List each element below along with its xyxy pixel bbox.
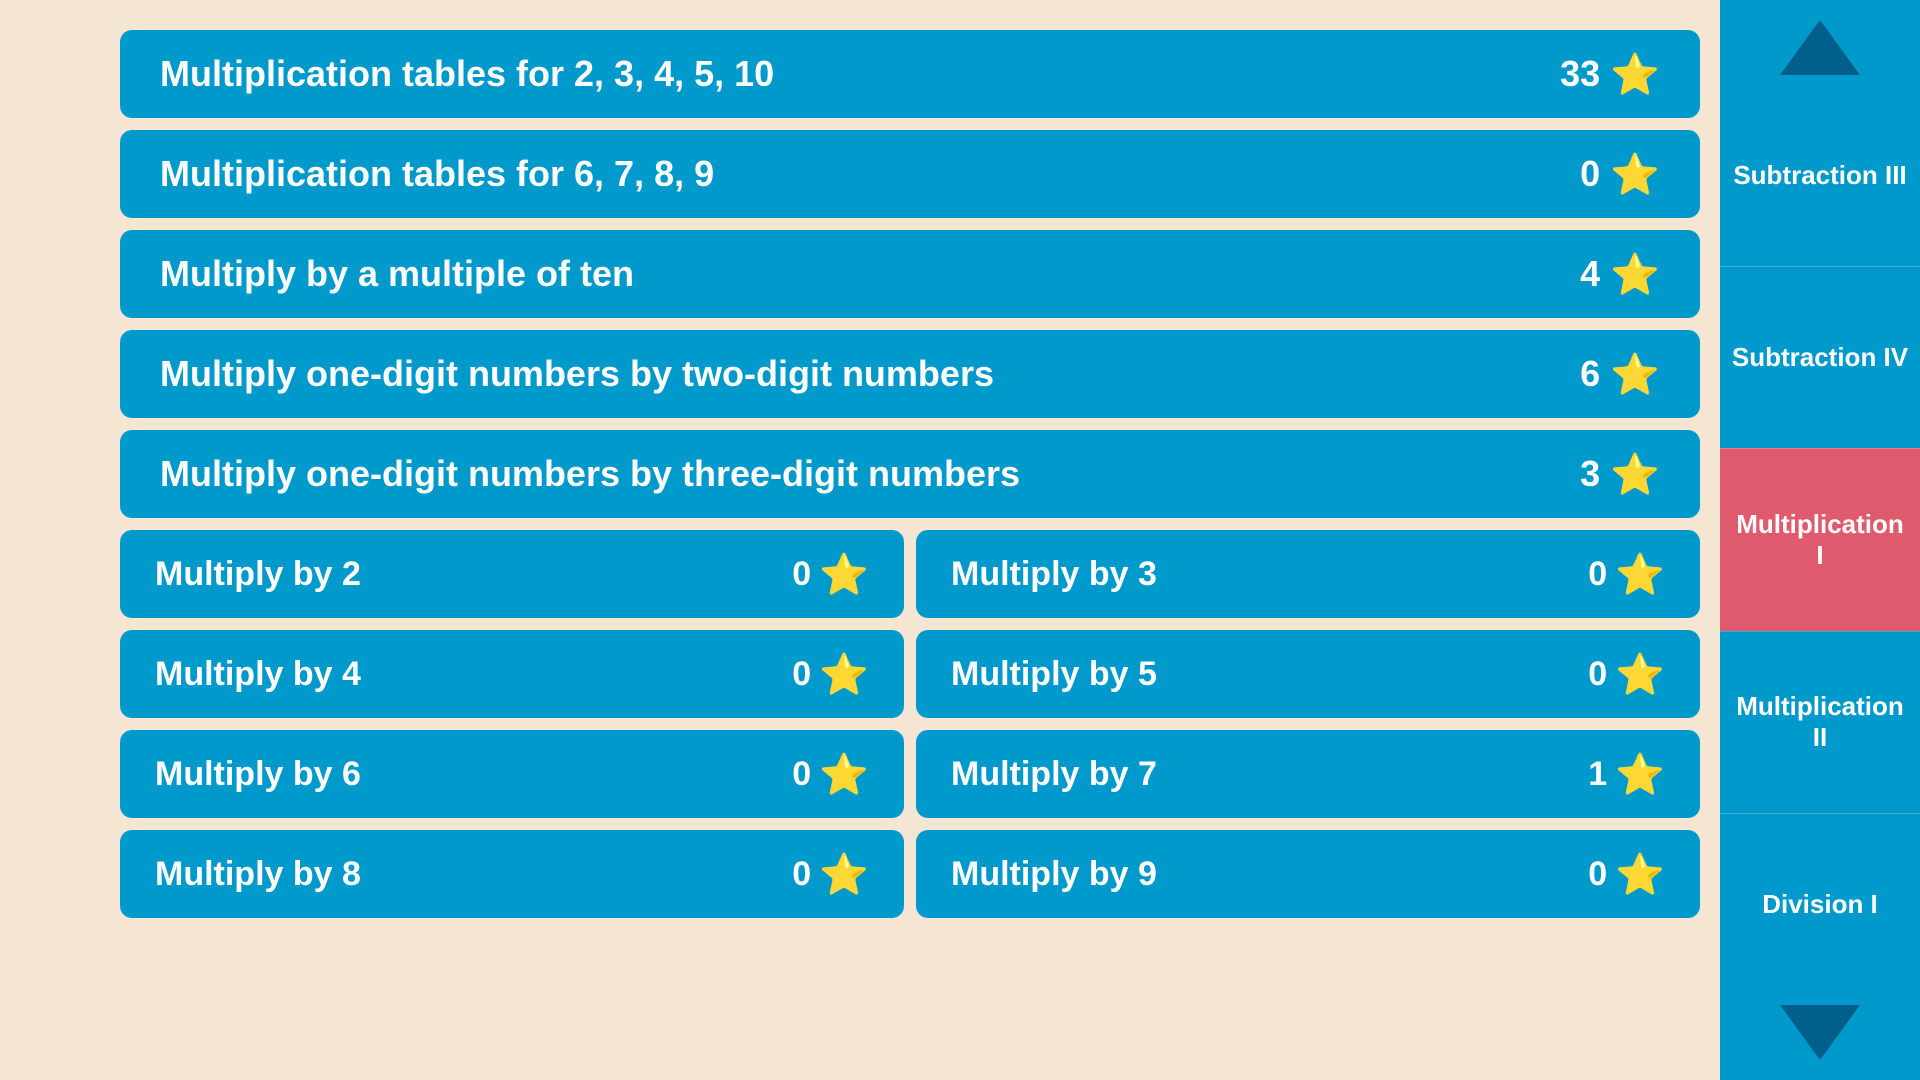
topic-label: Multiply by 9 xyxy=(951,855,1157,894)
topic-label: Multiply one-digit numbers by two-digit … xyxy=(160,353,994,395)
star-count: 0 xyxy=(1588,655,1607,694)
topic-button-mult-by-3[interactable]: Multiply by 3 0 ⭐ xyxy=(916,530,1700,618)
star-icon: ⭐ xyxy=(819,551,869,598)
half-row-container: Multiply by 4 0 ⭐ Multiply by 5 0 ⭐ xyxy=(120,630,1700,718)
topic-button-mult-by-6[interactable]: Multiply by 6 0 ⭐ xyxy=(120,730,904,818)
star-icon: ⭐ xyxy=(819,851,869,898)
topic-label: Multiply by a multiple of ten xyxy=(160,253,634,295)
main-content: Multiplication tables for 2, 3, 4, 5, 10… xyxy=(0,0,1720,1080)
topic-label: Multiplication tables for 2, 3, 4, 5, 10 xyxy=(160,53,774,95)
star-group: 0 ⭐ xyxy=(1580,151,1660,198)
topic-label: Multiplication tables for 6, 7, 8, 9 xyxy=(160,153,714,195)
sidebar-item-subtraction-iii[interactable]: Subtraction III xyxy=(1720,85,1920,266)
sidebar-item-multiplication-ii[interactable]: Multiplication II xyxy=(1720,631,1920,813)
star-count: 33 xyxy=(1560,53,1600,95)
topic-button-mult-tables-2-3-4-5-10[interactable]: Multiplication tables for 2, 3, 4, 5, 10… xyxy=(120,30,1700,118)
topic-button-mult-by-7[interactable]: Multiply by 7 1 ⭐ xyxy=(916,730,1700,818)
star-group: 0 ⭐ xyxy=(1588,851,1665,898)
star-icon: ⭐ xyxy=(1610,51,1660,98)
star-icon: ⭐ xyxy=(1615,551,1665,598)
star-icon: ⭐ xyxy=(819,651,869,698)
star-icon: ⭐ xyxy=(819,751,869,798)
star-icon: ⭐ xyxy=(1610,251,1660,298)
star-icon: ⭐ xyxy=(1610,351,1660,398)
topic-button-mult-by-2[interactable]: Multiply by 2 0 ⭐ xyxy=(120,530,904,618)
star-group: 0 ⭐ xyxy=(792,851,869,898)
star-group: 0 ⭐ xyxy=(792,551,869,598)
star-group: 3 ⭐ xyxy=(1580,451,1660,498)
scroll-up-button[interactable] xyxy=(1780,20,1860,75)
star-count: 0 xyxy=(792,855,811,894)
sidebar-item-division-i[interactable]: Division I xyxy=(1720,813,1920,995)
star-group: 4 ⭐ xyxy=(1580,251,1660,298)
sidebar-items: Subtraction IIISubtraction IVMultiplicat… xyxy=(1720,85,1920,995)
topic-label: Multiply by 3 xyxy=(951,555,1157,594)
star-icon: ⭐ xyxy=(1610,151,1660,198)
star-icon: ⭐ xyxy=(1615,751,1665,798)
star-count: 4 xyxy=(1580,253,1600,295)
topic-button-mult-by-9[interactable]: Multiply by 9 0 ⭐ xyxy=(916,830,1700,918)
sidebar-item-subtraction-iv[interactable]: Subtraction IV xyxy=(1720,266,1920,448)
star-group: 1 ⭐ xyxy=(1588,751,1665,798)
star-count: 1 xyxy=(1588,755,1607,794)
topic-label: Multiply by 6 xyxy=(155,755,361,794)
star-count: 0 xyxy=(1588,555,1607,594)
star-count: 0 xyxy=(1588,855,1607,894)
topic-label: Multiply by 8 xyxy=(155,855,361,894)
star-group: 0 ⭐ xyxy=(792,651,869,698)
star-count: 6 xyxy=(1580,353,1600,395)
star-group: 0 ⭐ xyxy=(1588,651,1665,698)
topic-button-mult-one-three-digit[interactable]: Multiply one-digit numbers by three-digi… xyxy=(120,430,1700,518)
topic-label: Multiply by 4 xyxy=(155,655,361,694)
star-count: 0 xyxy=(792,755,811,794)
topic-button-mult-multiple-of-ten[interactable]: Multiply by a multiple of ten 4 ⭐ xyxy=(120,230,1700,318)
star-group: 33 ⭐ xyxy=(1560,51,1660,98)
star-count: 0 xyxy=(1580,153,1600,195)
star-icon: ⭐ xyxy=(1615,651,1665,698)
star-icon: ⭐ xyxy=(1610,451,1660,498)
topic-label: Multiply by 7 xyxy=(951,755,1157,794)
topic-label: Multiply one-digit numbers by three-digi… xyxy=(160,453,1020,495)
scroll-down-button[interactable] xyxy=(1780,1005,1860,1060)
half-row-container: Multiply by 8 0 ⭐ Multiply by 9 0 ⭐ xyxy=(120,830,1700,918)
star-icon: ⭐ xyxy=(1615,851,1665,898)
star-group: 6 ⭐ xyxy=(1580,351,1660,398)
sidebar: Subtraction IIISubtraction IVMultiplicat… xyxy=(1720,0,1920,1080)
topic-button-mult-one-two-digit[interactable]: Multiply one-digit numbers by two-digit … xyxy=(120,330,1700,418)
half-row-container: Multiply by 6 0 ⭐ Multiply by 7 1 ⭐ xyxy=(120,730,1700,818)
star-group: 0 ⭐ xyxy=(1588,551,1665,598)
star-count: 3 xyxy=(1580,453,1600,495)
topic-label: Multiply by 5 xyxy=(951,655,1157,694)
star-group: 0 ⭐ xyxy=(792,751,869,798)
topic-button-mult-by-8[interactable]: Multiply by 8 0 ⭐ xyxy=(120,830,904,918)
topic-button-mult-by-5[interactable]: Multiply by 5 0 ⭐ xyxy=(916,630,1700,718)
star-count: 0 xyxy=(792,555,811,594)
topic-button-mult-by-4[interactable]: Multiply by 4 0 ⭐ xyxy=(120,630,904,718)
star-count: 0 xyxy=(792,655,811,694)
topic-button-mult-tables-6-7-8-9[interactable]: Multiplication tables for 6, 7, 8, 9 0 ⭐ xyxy=(120,130,1700,218)
sidebar-item-multiplication-i[interactable]: Multiplication I xyxy=(1720,448,1920,630)
half-row-container: Multiply by 2 0 ⭐ Multiply by 3 0 ⭐ xyxy=(120,530,1700,618)
topic-label: Multiply by 2 xyxy=(155,555,361,594)
